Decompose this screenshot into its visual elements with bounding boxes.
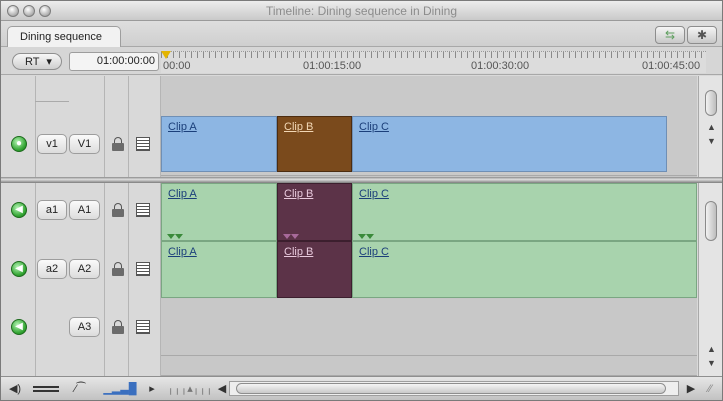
clip-label: Clip A xyxy=(168,121,197,133)
ruler-label: 00:00 xyxy=(163,60,191,72)
clip-v1-clip-c[interactable]: Clip C xyxy=(352,116,667,172)
source-control-a2[interactable]: a2 xyxy=(37,259,67,279)
scroll-left-icon[interactable]: ◀ xyxy=(217,380,227,397)
track-header-a3: ◀ A3 xyxy=(1,299,160,356)
lock-icon[interactable] xyxy=(112,320,124,334)
clip-label: Clip B xyxy=(284,121,314,133)
clip-label: Clip B xyxy=(284,246,314,258)
ruler-ticks xyxy=(161,52,706,58)
sequence-tab-bar: Dining sequence ⇆ ✱ xyxy=(1,21,722,47)
timeline-tracks[interactable]: Clip A Clip B Clip C Clip A Clip B Clip … xyxy=(161,76,697,376)
destination-control-v1[interactable]: V1 xyxy=(69,134,100,154)
current-timecode-field[interactable]: 01:00:00:00 xyxy=(69,52,159,71)
audio-controls-icon[interactable]: ◀) xyxy=(5,380,25,397)
window-title: Timeline: Dining sequence in Dining xyxy=(266,4,457,18)
track-layout-menu-icon[interactable]: ▸ xyxy=(147,380,157,397)
lock-icon[interactable] xyxy=(112,137,124,151)
rt-label: RT xyxy=(25,56,40,68)
linking-button[interactable]: ✱ xyxy=(687,26,717,44)
clip-v1-clip-b[interactable]: Clip B xyxy=(277,116,352,172)
clip-label: Clip C xyxy=(359,188,389,200)
horizontal-scrollbar[interactable] xyxy=(229,381,679,396)
destination-control-a1[interactable]: A1 xyxy=(69,200,100,220)
title-bar[interactable]: Timeline: Dining sequence in Dining xyxy=(1,1,722,21)
snapping-button[interactable]: ⇆ xyxy=(655,26,685,44)
lock-icon[interactable] xyxy=(112,262,124,276)
playhead-icon[interactable] xyxy=(161,51,171,59)
scroll-up-icon[interactable]: ▲ xyxy=(707,122,716,132)
clip-label: Clip B xyxy=(284,188,314,200)
track-visibility-icon[interactable]: ● xyxy=(11,136,27,152)
video-audio-divider[interactable] xyxy=(1,177,722,183)
track-header-a2: ◀ a2 A2 xyxy=(1,241,160,298)
timeline-window: Timeline: Dining sequence in Dining Dini… xyxy=(0,0,723,401)
scroll-right-icon[interactable]: ▶ xyxy=(685,380,697,397)
rt-menu-button[interactable]: RT ▾ xyxy=(12,53,62,70)
snapping-icon: ⇆ xyxy=(664,28,676,42)
track-a3-lane[interactable] xyxy=(161,299,697,356)
clip-a2-clip-c[interactable]: Clip C xyxy=(352,241,697,298)
empty-track-space xyxy=(161,356,697,376)
clip-a2-clip-a[interactable]: Clip A xyxy=(161,241,277,298)
speaker-icon[interactable]: ◀ xyxy=(11,319,27,335)
vertical-scrollbar[interactable]: ▲ ▼ ▲ ▼ xyxy=(698,76,722,376)
resize-grip-icon[interactable]: ⁄⁄ xyxy=(703,380,717,397)
scroll-down-icon[interactable]: ▼ xyxy=(707,136,716,146)
scroll-up-icon[interactable]: ▲ xyxy=(707,344,716,354)
lock-icon[interactable] xyxy=(112,203,124,217)
clip-v1-clip-a[interactable]: Clip A xyxy=(161,116,277,172)
clip-a2-clip-b[interactable]: Clip B xyxy=(277,241,352,298)
chevron-down-icon: ▾ xyxy=(46,56,52,68)
horizontal-scroll-thumb[interactable] xyxy=(236,383,666,394)
auto-select-icon[interactable] xyxy=(136,203,150,217)
ruler-label: 01:00:15:00 xyxy=(303,60,362,72)
clip-overlays-icon[interactable]: ⁄⁀ xyxy=(65,380,95,397)
ruler-label: 01:00:30:00 xyxy=(471,60,530,72)
clip-label: Clip A xyxy=(168,188,197,200)
track-height-indicator xyxy=(35,101,69,102)
track-size-icon[interactable]: ▁▂▃█ xyxy=(99,380,141,397)
track-header-a1: ◀ a1 A1 xyxy=(1,184,160,240)
ruler-row: RT ▾ 01:00:00:00 00:00 01:00:15:00 01:00… xyxy=(1,47,722,75)
destination-control-a2[interactable]: A2 xyxy=(69,259,100,279)
speaker-icon[interactable]: ◀ xyxy=(11,202,27,218)
source-control-a1[interactable]: a1 xyxy=(37,200,67,220)
clip-a1-clip-c[interactable]: Clip C xyxy=(352,183,697,241)
clip-a1-clip-a[interactable]: Clip A xyxy=(161,183,277,241)
time-ruler[interactable]: 00:00 01:00:15:00 01:00:30:00 01:00:45:0… xyxy=(161,51,706,73)
video-scroll-thumb[interactable] xyxy=(705,90,717,116)
timeline-bottom-bar: ◀) ⁄⁀ ▁▂▃█ ▸ ╷╷╷▴╷╷╷ ◀ ▶ ⁄⁄ xyxy=(1,376,722,400)
auto-select-icon[interactable] xyxy=(136,137,150,151)
track-header-v1: ● v1 V1 xyxy=(1,121,160,171)
scroll-down-icon[interactable]: ▼ xyxy=(707,358,716,368)
zoom-slider-icon[interactable]: ╷╷╷▴╷╷╷ xyxy=(161,380,219,397)
tab-dining-sequence[interactable]: Dining sequence xyxy=(7,26,121,47)
clip-label: Clip C xyxy=(359,246,389,258)
ruler-label: 01:00:45:00 xyxy=(642,60,701,72)
auto-select-icon[interactable] xyxy=(136,262,150,276)
clip-label: Clip A xyxy=(168,246,197,258)
auto-select-icon[interactable] xyxy=(136,320,150,334)
destination-control-a3[interactable]: A3 xyxy=(69,317,100,337)
track-height-icon[interactable] xyxy=(31,380,61,397)
speaker-icon[interactable]: ◀ xyxy=(11,261,27,277)
source-control-v1[interactable]: v1 xyxy=(37,134,67,154)
clip-label: Clip C xyxy=(359,121,389,133)
audio-scroll-thumb[interactable] xyxy=(705,201,717,241)
clip-a1-clip-b[interactable]: Clip B xyxy=(277,183,352,241)
linking-icon: ✱ xyxy=(696,28,708,42)
